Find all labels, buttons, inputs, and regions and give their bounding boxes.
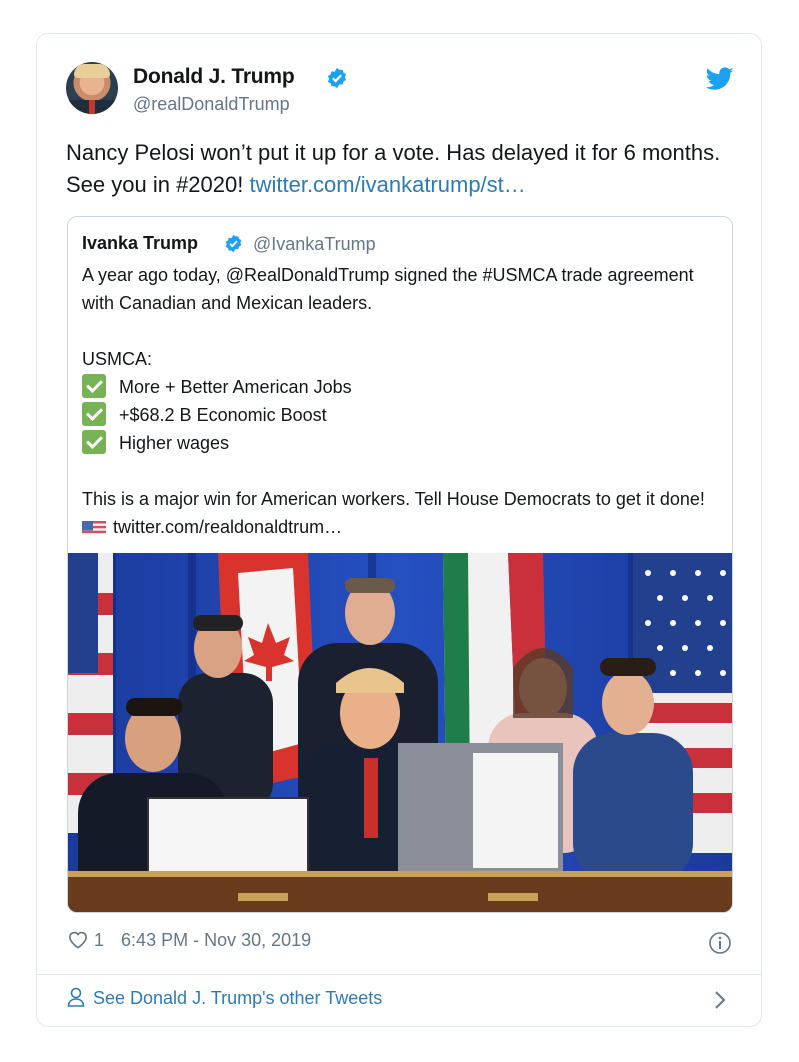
chevron-right-icon[interactable] <box>713 989 727 1011</box>
divider <box>37 974 761 975</box>
author-name[interactable]: Donald J. Trump <box>133 65 295 89</box>
like-count[interactable]: 1 <box>94 930 104 950</box>
author-handle[interactable]: @realDonaldTrump <box>133 94 290 115</box>
check-mark-icon <box>82 374 106 398</box>
twitter-bird-icon[interactable] <box>706 67 734 91</box>
checklist-item: More + Better American Jobs <box>82 373 722 401</box>
quoted-author-handle[interactable]: @IvankaTrump <box>253 234 376 255</box>
verified-badge-icon <box>327 67 347 89</box>
checklist-item: +$68.2 B Economic Boost <box>82 401 722 429</box>
quoted-closing: This is a major win for American workers… <box>82 489 705 537</box>
see-other-tweets-link[interactable]: See Donald J. Trump's other Tweets <box>67 987 382 1009</box>
quoted-tweet[interactable]: Ivanka Trump @IvankaTrump A year ago tod… <box>67 216 733 913</box>
author-avatar[interactable] <box>66 62 118 114</box>
see-other-tweets-label[interactable]: See Donald J. Trump's other Tweets <box>93 988 382 1008</box>
quoted-list-heading: USMCA: <box>82 349 153 369</box>
info-icon[interactable] <box>708 931 732 955</box>
heart-icon[interactable] <box>67 929 89 949</box>
quoted-author-name[interactable]: Ivanka Trump <box>82 233 198 254</box>
person-icon <box>67 987 85 1007</box>
quoted-closing-link[interactable]: twitter.com/realdonaldtrum… <box>113 517 342 537</box>
check-mark-icon <box>82 402 106 426</box>
us-flag-icon <box>82 518 106 535</box>
embedded-tweet-card: Donald J. Trump @realDonaldTrump Nancy P… <box>36 33 762 1027</box>
verified-badge-icon <box>225 234 242 253</box>
tweet-link[interactable]: twitter.com/ivankatrump/st… <box>249 172 525 197</box>
tweet-text: Nancy Pelosi won’t put it up for a vote.… <box>66 137 726 201</box>
check-mark-icon <box>82 430 106 454</box>
quoted-intro: A year ago today, @RealDonaldTrump signe… <box>82 265 694 313</box>
timestamp[interactable]: 6:43 PM - Nov 30, 2019 <box>121 930 311 950</box>
signing-ceremony-photo[interactable] <box>68 553 732 912</box>
tweet-meta: 1 6:43 PM - Nov 30, 2019 <box>67 929 311 951</box>
quoted-tweet-text: A year ago today, @RealDonaldTrump signe… <box>82 261 722 541</box>
checklist-item: Higher wages <box>82 429 722 457</box>
